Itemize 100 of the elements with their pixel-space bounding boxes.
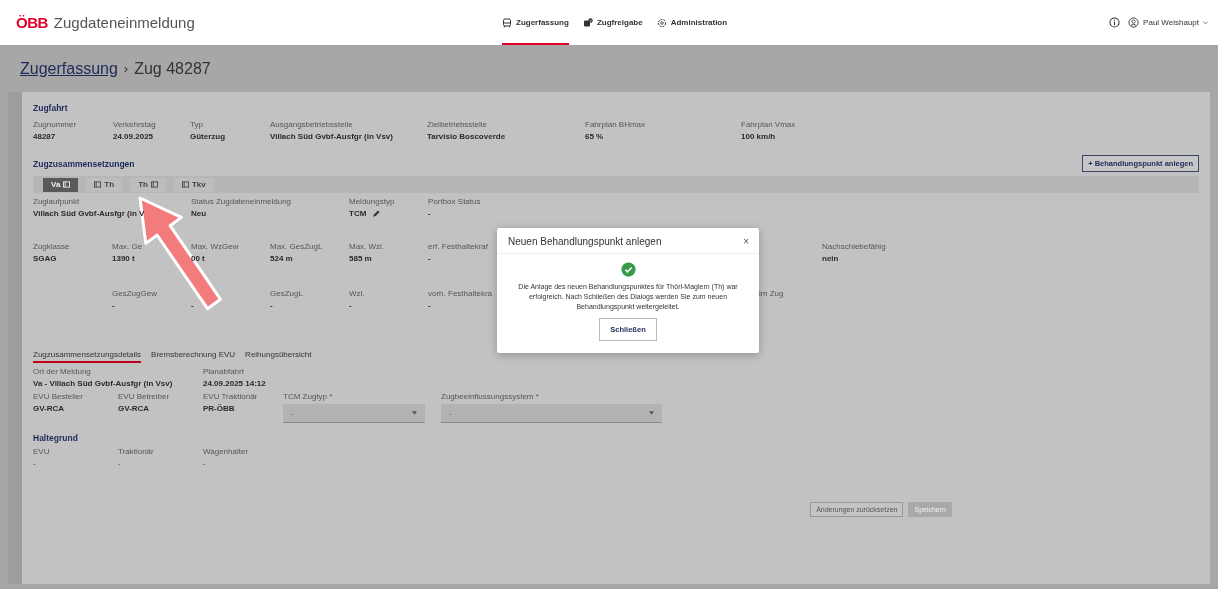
logo[interactable]: ÖBB bbox=[16, 14, 48, 31]
nav-tab[interactable]: Administration bbox=[656, 0, 728, 45]
field-value: GV-RCA bbox=[118, 404, 150, 413]
field-value: PR-ÖBB bbox=[203, 404, 235, 413]
field-value: Neu bbox=[191, 209, 207, 218]
field-label: GesZugGew bbox=[112, 289, 157, 298]
field-label: Zugklasse bbox=[33, 242, 70, 251]
field-label: Zielbetriebsstelle bbox=[427, 120, 488, 129]
field-label: Portbox Status bbox=[428, 197, 481, 206]
user-menu[interactable]: Paul Weishaupt bbox=[1128, 17, 1208, 28]
field-value: TCM bbox=[349, 209, 367, 218]
field-value: 24.09.2025 14:12 bbox=[203, 379, 266, 388]
field-label: Status Zugdateneinmeldung bbox=[191, 197, 292, 206]
field-value: - bbox=[118, 459, 121, 468]
composition-tab[interactable]: Th bbox=[86, 177, 123, 192]
caret-icon bbox=[1203, 20, 1208, 25]
field-label: EVU bbox=[33, 447, 50, 456]
nav-tab[interactable]: Zugerfassung bbox=[502, 0, 569, 45]
user-icon bbox=[1128, 17, 1140, 28]
field-value: - bbox=[33, 459, 36, 468]
field-label: Zuglaufpunkt bbox=[33, 197, 80, 206]
field-value: 65 % bbox=[585, 132, 604, 141]
section-title: Zugfahrt bbox=[33, 103, 69, 113]
detail-tab[interactable]: Bremsberechnung EVU bbox=[151, 350, 236, 363]
field-label: Fahrplan Vmax bbox=[741, 120, 796, 129]
breadcrumb-current: Zug 48287 bbox=[134, 59, 211, 78]
field-value: SGAG bbox=[33, 254, 57, 263]
select-field[interactable]: - bbox=[283, 404, 425, 423]
field-value: - bbox=[112, 301, 115, 310]
train-check-icon bbox=[582, 17, 593, 28]
detail-tab[interactable]: Reihungsübersicht bbox=[245, 350, 312, 363]
detail-tab[interactable]: Zugzusammensetzungsdetails bbox=[33, 350, 142, 363]
dropdown-icon bbox=[412, 411, 417, 415]
section-title: Haltegrund bbox=[33, 433, 79, 443]
field-label: Fahrplan BHmax bbox=[585, 120, 646, 129]
field-value: 24.09.2025 bbox=[113, 132, 154, 141]
field-label: Zugbeeinflussungssystem * bbox=[441, 392, 539, 401]
field-label: Traktionär bbox=[118, 447, 154, 456]
field-label: Max. Wzl. bbox=[349, 242, 385, 251]
app-title: Zugdateneinmeldung bbox=[53, 14, 195, 31]
dialog-title: Neuen Behandlungspunkt anlegen bbox=[508, 236, 662, 247]
field-value: - bbox=[270, 301, 273, 310]
field-label: Ort der Meldung bbox=[33, 367, 91, 376]
field-value: Villach Süd Gvbf-Ausfgr (in V bbox=[33, 209, 145, 218]
train-icon bbox=[502, 17, 512, 28]
field-label: vorh. Festhaltekra bbox=[428, 289, 493, 298]
field-value: 48287 bbox=[33, 132, 56, 141]
field-label: im Zug bbox=[759, 289, 784, 298]
field-value: Tarvisio Boscoverde bbox=[427, 132, 506, 141]
field-label: EVU Traktionär bbox=[203, 392, 258, 401]
field-value: - bbox=[428, 254, 431, 263]
field-label: EVU Betreiber bbox=[118, 392, 170, 401]
field-value: - bbox=[428, 209, 431, 218]
select-field[interactable]: - bbox=[441, 404, 662, 423]
section-title: Zugzusammensetzungen bbox=[33, 158, 135, 169]
field-value: - bbox=[349, 301, 352, 310]
field-label: Meldungstyp bbox=[349, 197, 395, 206]
field-label: Max. WzGew bbox=[191, 242, 239, 251]
field-value: Villach Süd Gvbf-Ausfgr (in Vsv) bbox=[270, 132, 393, 141]
field-label: Wzl. bbox=[349, 289, 365, 298]
edit-icon[interactable] bbox=[372, 209, 381, 218]
dropdown-icon bbox=[649, 411, 654, 415]
wagon-icon bbox=[150, 181, 158, 188]
field-value: - bbox=[191, 301, 194, 310]
field-value: 1390 t bbox=[112, 254, 135, 263]
field-label: Max. GesZugL bbox=[270, 242, 323, 251]
field-label: Nachschiebefähig bbox=[822, 242, 886, 251]
composition-tab[interactable]: Tkv bbox=[173, 177, 214, 192]
field-value: - bbox=[428, 301, 431, 310]
field-value: 524 m bbox=[270, 254, 293, 263]
breadcrumb-link[interactable]: Zugerfassung bbox=[20, 59, 118, 78]
wagon-icon bbox=[94, 181, 102, 188]
close-button[interactable]: × bbox=[743, 236, 749, 247]
field-label: Max. Ge bbox=[112, 242, 143, 251]
field-label: EVU Besteller bbox=[33, 392, 83, 401]
field-label: Typ bbox=[190, 120, 203, 129]
composition-tab[interactable]: Va bbox=[43, 177, 79, 192]
field-label: GesZugL bbox=[270, 289, 303, 298]
field-value: 00 t bbox=[191, 254, 205, 263]
wagon-icon bbox=[181, 181, 189, 188]
field-value: Va - Villach Süd Gvbf-Ausfgr (in Vsv) bbox=[33, 379, 173, 388]
composition-tab[interactable]: Th bbox=[130, 177, 166, 192]
field-value: 100 km/h bbox=[741, 132, 776, 141]
field-value: 585 m bbox=[349, 254, 372, 263]
field-value: GV-RCA bbox=[33, 404, 65, 413]
field-label: Ausgangsbetriebsstelle bbox=[270, 120, 353, 129]
breadcrumb-separator: › bbox=[123, 61, 129, 76]
field-label: TCM Zugtyp * bbox=[283, 392, 333, 401]
field-value: nein bbox=[822, 254, 839, 263]
field-value: - bbox=[203, 459, 206, 468]
nav-tab[interactable]: Zugfreigabe bbox=[582, 0, 643, 45]
field-label: erf. Festhaltekraf bbox=[428, 242, 489, 251]
success-icon bbox=[620, 262, 636, 277]
field-label: Planabfahrt bbox=[203, 367, 244, 376]
field-value: Güterzug bbox=[190, 132, 226, 141]
settings-icon bbox=[656, 17, 667, 28]
field-label: Zugnummer bbox=[33, 120, 77, 129]
wagon-icon bbox=[63, 181, 71, 188]
field-label: Wagenhalter bbox=[203, 447, 249, 456]
info-icon[interactable] bbox=[1109, 17, 1121, 28]
